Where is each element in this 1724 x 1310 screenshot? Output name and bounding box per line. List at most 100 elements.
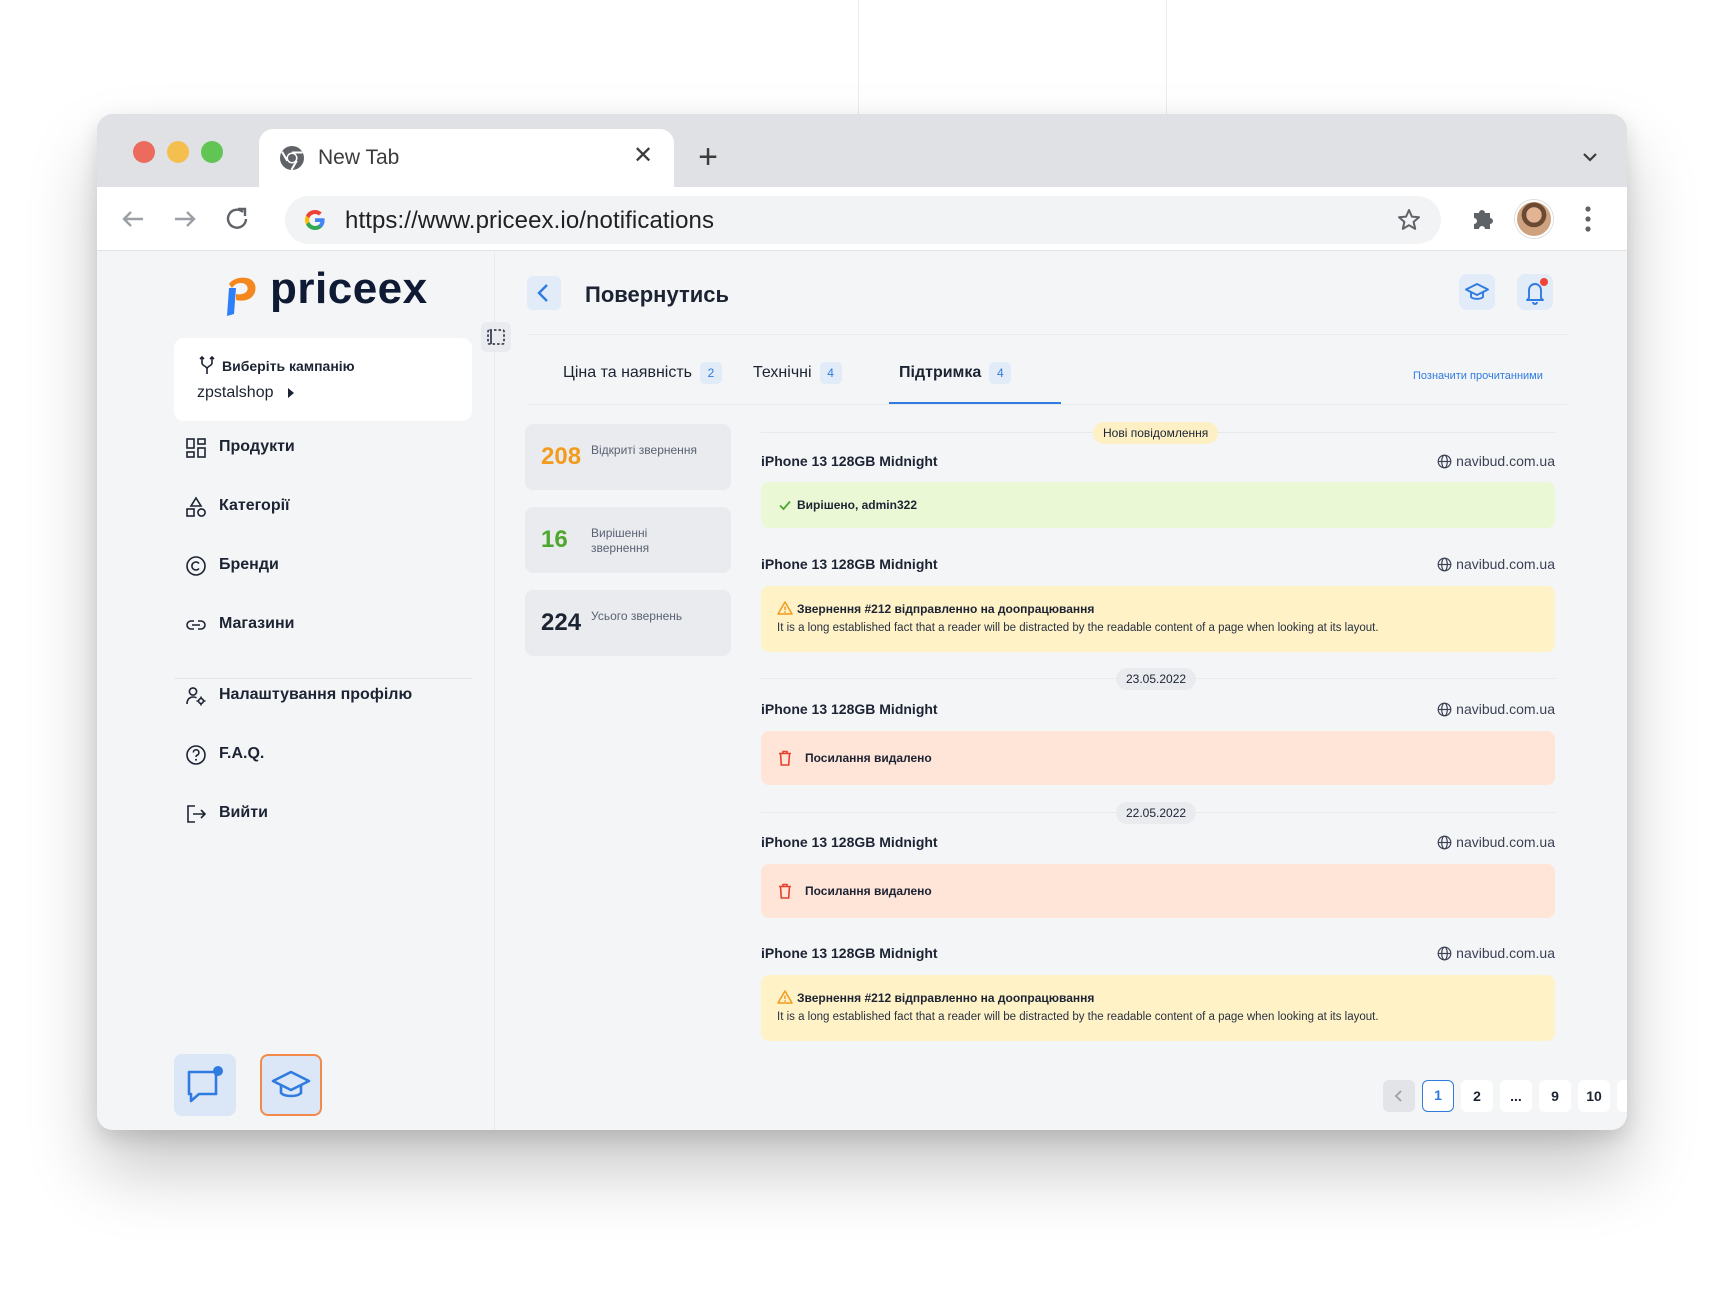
nav-item-logout[interactable]: Вийти: [185, 799, 475, 829]
warning-icon: [777, 601, 793, 615]
learning-header-button[interactable]: [1459, 274, 1495, 310]
stat-label: Вирішенні звернення: [591, 526, 650, 555]
page-button[interactable]: 2: [1461, 1080, 1493, 1112]
date-divider: 22.05.2022: [761, 802, 1555, 824]
shop-domain[interactable]: navibud.com.ua: [1456, 701, 1555, 717]
status-resolved: Вирішено, admin322: [761, 482, 1555, 528]
status-title: Звернення #212 відправленно на доопрацюв…: [797, 602, 1095, 616]
tab-label: Ціна та наявність: [563, 364, 693, 382]
back-arrow-icon[interactable]: [117, 203, 149, 235]
tab-technical[interactable]: Технічні 4: [753, 362, 842, 388]
shop-domain[interactable]: navibud.com.ua: [1456, 945, 1555, 961]
address-bar[interactable]: https://www.priceex.io/notifications: [285, 196, 1441, 244]
status-title: Звернення #212 відправленно на доопрацюв…: [797, 991, 1095, 1005]
maximize-window-button[interactable]: [201, 141, 223, 163]
chat-icon: [187, 1066, 223, 1103]
status-deleted: Посилання видалено: [761, 864, 1555, 918]
nav-item-faq[interactable]: F.A.Q.: [185, 740, 475, 770]
globe-icon: [1437, 835, 1452, 850]
graduation-cap-icon: [271, 1070, 311, 1098]
nav-label: F.A.Q.: [219, 745, 265, 762]
campaign-selector[interactable]: Виберіть кампанію zpstalshop: [174, 338, 472, 421]
tab-support[interactable]: Підтримка 4: [899, 362, 1012, 388]
product-name[interactable]: iPhone 13 128GB Midnight: [761, 701, 938, 717]
tabs-divider: [527, 404, 1567, 405]
nav-item-categories[interactable]: Категорії: [185, 492, 475, 522]
stat-label: Відкриті звернення: [591, 443, 697, 457]
page-ellipsis: ...: [1500, 1080, 1532, 1112]
mark-as-read-link[interactable]: Позначити прочитанними: [1413, 370, 1543, 382]
shop-domain[interactable]: navibud.com.ua: [1456, 453, 1555, 469]
prev-page-button[interactable]: [1383, 1080, 1415, 1112]
profile-avatar[interactable]: [1515, 200, 1553, 238]
date-badge: 22.05.2022: [1116, 802, 1197, 824]
active-tab-indicator: [889, 402, 1061, 404]
backdrop-line: [858, 0, 859, 116]
main-content: Повернутись Ціна та наявність 2 Технічні…: [495, 252, 1627, 1130]
chevron-left-icon: [537, 284, 548, 302]
page-button[interactable]: 10: [1578, 1080, 1610, 1112]
shop-domain[interactable]: navibud.com.ua: [1456, 834, 1555, 850]
status-title: Посилання видалено: [805, 884, 932, 898]
unread-dot: [1540, 278, 1548, 286]
tab-count-badge: 4: [819, 362, 842, 384]
reload-icon[interactable]: [221, 203, 253, 235]
tab-label: Технічні: [753, 364, 812, 382]
minimize-window-button[interactable]: [167, 141, 189, 163]
priceex-logo-icon: [227, 277, 256, 316]
learning-button[interactable]: [260, 1054, 322, 1116]
nav-item-products[interactable]: Продукти: [185, 433, 475, 463]
status-warning: Звернення #212 відправленно на доопрацюв…: [761, 586, 1555, 652]
new-tab-icon[interactable]: +: [693, 140, 723, 174]
nav-label: Продукти: [219, 438, 295, 455]
status-title: Вирішено, admin322: [797, 498, 917, 512]
extensions-puzzle-icon[interactable]: [1468, 204, 1498, 234]
notification-header: iPhone 13 128GB Midnight navibud.com.ua: [761, 942, 1555, 964]
nav-divider: [174, 678, 472, 679]
new-messages-badge: Нові повідомлення: [1093, 422, 1219, 444]
browser-toolbar: https://www.priceex.io/notifications: [97, 187, 1627, 251]
backdrop-line: [1166, 0, 1167, 116]
nav-item-profile-settings[interactable]: Налаштування профілю: [185, 681, 475, 711]
next-page-button[interactable]: [1617, 1080, 1627, 1112]
nav-item-shops[interactable]: Магазини: [185, 610, 475, 640]
tab-label: Підтримка: [899, 364, 982, 382]
shop-domain[interactable]: navibud.com.ua: [1456, 556, 1555, 572]
product-name[interactable]: iPhone 13 128GB Midnight: [761, 945, 938, 961]
stat-value: 208: [541, 443, 582, 470]
url-text: https://www.priceex.io/notifications: [345, 207, 715, 234]
campaign-value: zpstalshop: [197, 384, 274, 401]
browser-tab[interactable]: New Tab ✕: [259, 129, 674, 187]
nav-item-brands[interactable]: Бренди: [185, 551, 475, 581]
close-tab-icon[interactable]: ✕: [629, 142, 657, 170]
nav-label: Магазини: [219, 615, 295, 632]
product-name[interactable]: iPhone 13 128GB Midnight: [761, 556, 938, 572]
chevron-right-icon: [1617, 1080, 1627, 1112]
back-button[interactable]: [527, 276, 561, 310]
forward-arrow-icon[interactable]: [169, 203, 201, 235]
stat-value: 224: [541, 609, 582, 636]
chevron-left-icon: [1394, 1090, 1402, 1102]
globe-icon: [1437, 557, 1452, 572]
product-name[interactable]: iPhone 13 128GB Midnight: [761, 453, 938, 469]
graduation-cap-icon: [1465, 283, 1489, 300]
tab-count-badge: 2: [700, 362, 723, 384]
chat-button[interactable]: [174, 1054, 236, 1116]
page-button[interactable]: 9: [1539, 1080, 1571, 1112]
stat-value: 16: [541, 526, 568, 553]
trash-icon: [779, 750, 791, 766]
caret-right-icon: [288, 388, 294, 398]
help-icon: [186, 745, 206, 765]
grid-icon: [186, 438, 206, 458]
nav-label: Категорії: [219, 497, 290, 514]
stat-resolved-requests: 16 Вирішенні звернення: [525, 507, 731, 573]
notifications-button[interactable]: [1517, 274, 1553, 310]
bookmark-star-icon[interactable]: [1395, 206, 1423, 234]
more-menu-icon[interactable]: [1584, 204, 1592, 234]
page-button[interactable]: 1: [1422, 1080, 1454, 1112]
tab-price-availability[interactable]: Ціна та наявність 2: [563, 362, 723, 388]
product-name[interactable]: iPhone 13 128GB Midnight: [761, 834, 938, 850]
close-window-button[interactable]: [133, 141, 155, 163]
nav-label: Вийти: [219, 804, 268, 821]
chevron-down-icon[interactable]: [1579, 146, 1601, 168]
